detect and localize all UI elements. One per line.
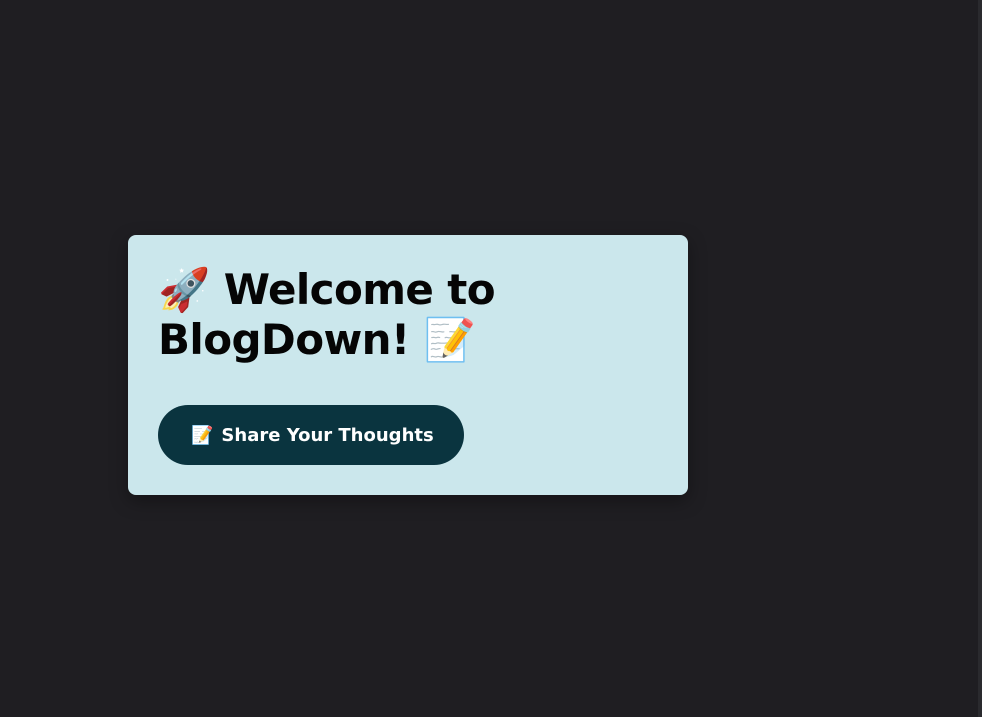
memo-icon: 📝 (423, 315, 476, 364)
welcome-card: 🚀 Welcome to BlogDown! 📝 📝 Share Your Th… (128, 235, 688, 495)
page-scrollbar[interactable] (978, 0, 982, 717)
memo-icon: 📝 (191, 424, 214, 446)
page-title: 🚀 Welcome to BlogDown! 📝 (158, 265, 538, 365)
rocket-icon: 🚀 (158, 265, 210, 314)
share-your-thoughts-button[interactable]: 📝 Share Your Thoughts (158, 405, 464, 465)
button-label: Share Your Thoughts (221, 424, 434, 446)
